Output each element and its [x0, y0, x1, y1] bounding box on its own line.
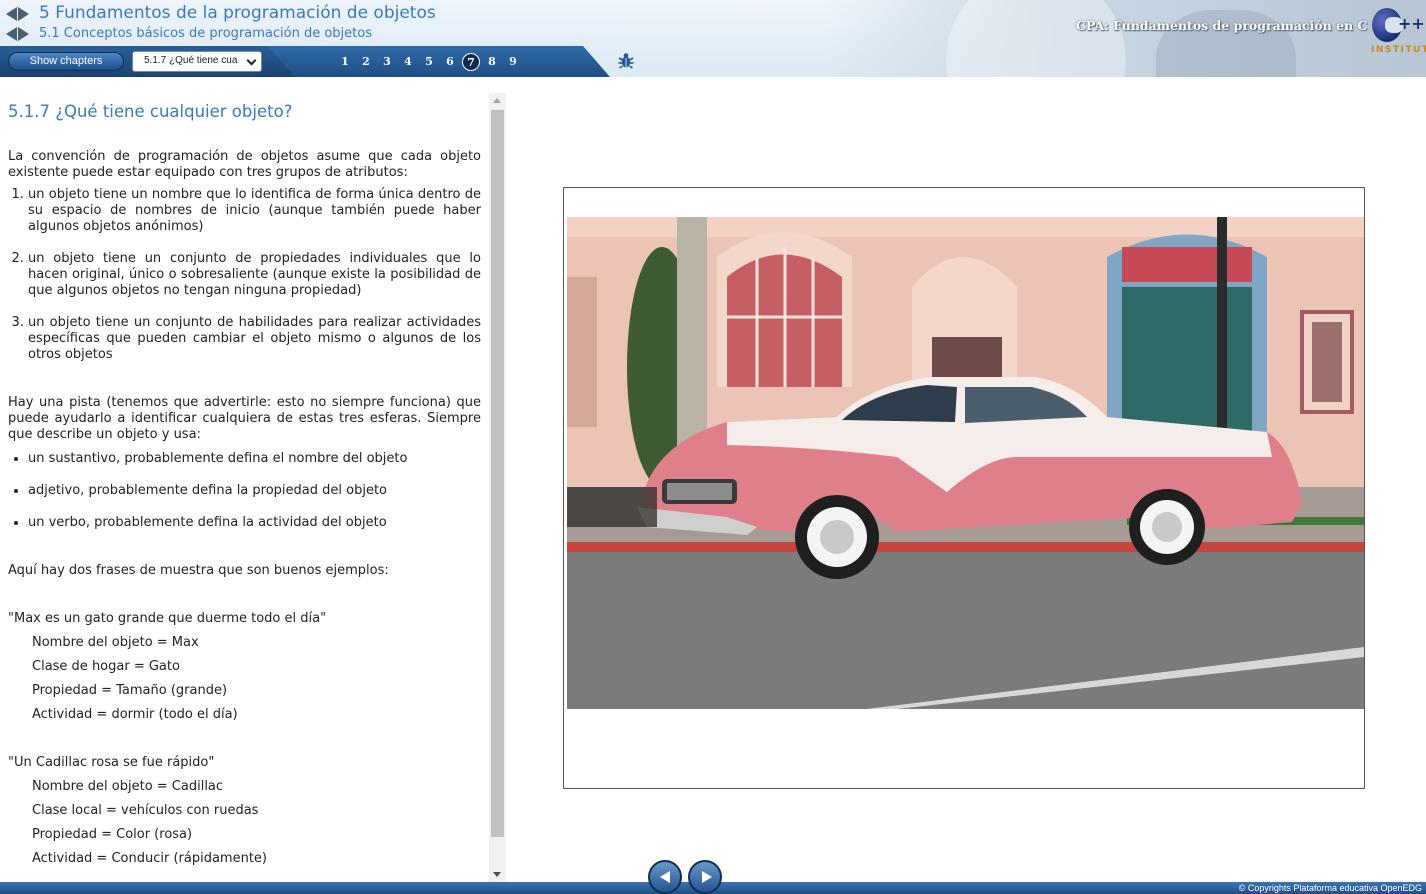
lesson-heading: 5.1.7 ¿Qué tiene cualquier objeto? [8, 102, 293, 121]
chapter-nav-arrows [6, 7, 29, 21]
toolbar: Show chapters 5.1.7 ¿Qué tiene cua 12345… [0, 46, 610, 77]
chevron-down-icon [246, 55, 257, 66]
course-title: CPA: Fundamentos de programación en C ++ [1076, 18, 1393, 33]
example-1-line: Nombre del objeto = Max [32, 635, 199, 650]
page-number-8[interactable]: 8 [483, 53, 501, 71]
logo-plus-plus: ++ [1398, 14, 1425, 33]
example-2-quote: "Un Cadillac rosa se fue rápido" [8, 755, 215, 770]
example-2-line: Propiedad = Color (rosa) [32, 827, 193, 842]
page-select[interactable]: 5.1.7 ¿Qué tiene cua [132, 51, 262, 72]
chapter-next-icon[interactable] [18, 7, 29, 21]
hint-paragraph: Hay una pista (tenemos que advertirle: e… [8, 395, 481, 442]
intro-paragraph: La convención de programación de objetos… [8, 149, 481, 180]
examples-intro: Aquí hay dos frases de muestra que son b… [8, 563, 389, 578]
list-item: un objeto tiene un nombre que lo identif… [28, 187, 481, 235]
logo-institute-text: INSTITUTE [1371, 45, 1426, 55]
page-numbers: 123456789 [336, 53, 522, 71]
example-2-line: Actividad = Conducir (rápidamente) [32, 851, 267, 866]
next-page-button[interactable] [688, 860, 722, 894]
scroll-down-icon[interactable] [493, 872, 501, 877]
list-item: un verbo, probablemente defina la activi… [28, 515, 481, 531]
previous-page-button[interactable] [648, 860, 682, 894]
scroll-up-icon[interactable] [493, 98, 501, 103]
copyright-text: © Copyrights Plataforma educativa OpenED… [1238, 883, 1422, 893]
section-next-icon[interactable] [18, 27, 29, 41]
chapter-title: 5 Fundamentos de la programación de obje… [39, 3, 436, 23]
example-1-line: Clase de hogar = Gato [32, 659, 180, 674]
header: 5 Fundamentos de la programación de obje… [0, 0, 1426, 77]
arrow-left-icon [660, 871, 670, 883]
arrow-right-icon [702, 871, 712, 883]
page-number-7[interactable]: 7 [462, 53, 480, 71]
section-nav-arrows [6, 27, 29, 41]
page-number-3[interactable]: 3 [378, 53, 396, 71]
page-number-9[interactable]: 9 [504, 53, 522, 71]
page-number-5[interactable]: 5 [420, 53, 438, 71]
chapter-prev-icon[interactable] [6, 7, 17, 21]
page-number-4[interactable]: 4 [399, 53, 417, 71]
list-item: adjetivo, probablemente defina la propie… [28, 483, 481, 499]
hints-list: un sustantivo, probablemente defina el n… [28, 451, 481, 531]
list-item: un objeto tiene un conjunto de habilidad… [28, 315, 481, 363]
example-2-line: Nombre del objeto = Cadillac [32, 779, 224, 794]
list-item: un sustantivo, probablemente defina el n… [28, 451, 481, 467]
list-item: un objeto tiene un conjunto de propiedad… [28, 251, 481, 299]
image-frame [563, 187, 1365, 789]
example-1-line: Actividad = dormir (todo el día) [32, 707, 238, 722]
bug-icon[interactable] [617, 52, 635, 70]
content-scrollbar[interactable] [489, 93, 506, 882]
attributes-list: un objeto tiene un nombre que lo identif… [28, 187, 481, 363]
example-1-line: Propiedad = Tamaño (grande) [32, 683, 228, 698]
page-select-value: 5.1.7 ¿Qué tiene cua [144, 55, 238, 66]
cpp-institute-logo: ++ INSTITUTE [1370, 8, 1426, 58]
section-prev-icon[interactable] [6, 27, 17, 41]
example-1-quote: "Max es un gato grande que duerme todo e… [8, 611, 327, 626]
example-2-line: Clase local = vehículos con ruedas [32, 803, 259, 818]
show-chapters-button[interactable]: Show chapters [8, 52, 124, 71]
pink-car-photo [567, 217, 1364, 709]
header-decoration [826, 0, 1426, 77]
car-illustration [567, 217, 1364, 709]
section-title: 5.1 Conceptos básicos de programación de… [39, 26, 372, 41]
page-number-6[interactable]: 6 [441, 53, 459, 71]
scrollbar-thumb[interactable] [491, 110, 504, 837]
page-number-1[interactable]: 1 [336, 53, 354, 71]
lesson-content: 5.1.7 ¿Qué tiene cualquier objeto? La co… [8, 96, 481, 867]
page-number-2[interactable]: 2 [357, 53, 375, 71]
